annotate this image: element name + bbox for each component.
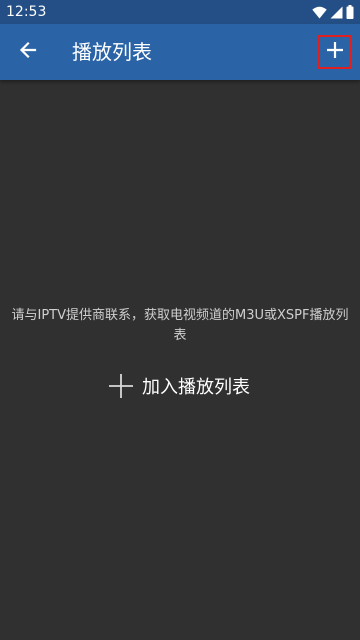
status-time: 12:53 <box>6 4 47 20</box>
signal-icon <box>330 6 343 19</box>
plus-icon <box>326 41 344 63</box>
empty-state-message: 请与IPTV提供商联系，获取电视频道的M3U或XSPF播放列表 <box>11 308 349 343</box>
status-bar: 12:53 <box>0 0 360 24</box>
add-playlist-label: 加入播放列表 <box>142 377 250 398</box>
empty-state: 请与IPTV提供商联系，获取电视频道的M3U或XSPF播放列表 加入播放列表 <box>0 80 360 640</box>
battery-icon <box>346 5 354 19</box>
wifi-icon <box>312 6 327 19</box>
screen: 12:53 播放列表 请与IPTV提供商联系，获取电视频道的M3U或XSPF播放… <box>0 0 360 640</box>
back-button[interactable] <box>4 28 52 76</box>
page-title: 播放列表 <box>72 40 152 64</box>
arrow-left-icon <box>18 40 38 64</box>
app-bar: 播放列表 <box>0 24 360 80</box>
add-playlist-button[interactable]: 加入播放列表 <box>108 372 250 404</box>
plus-icon <box>108 373 134 403</box>
add-playlist-toolbar-button[interactable] <box>318 35 352 69</box>
status-icons <box>312 4 354 20</box>
